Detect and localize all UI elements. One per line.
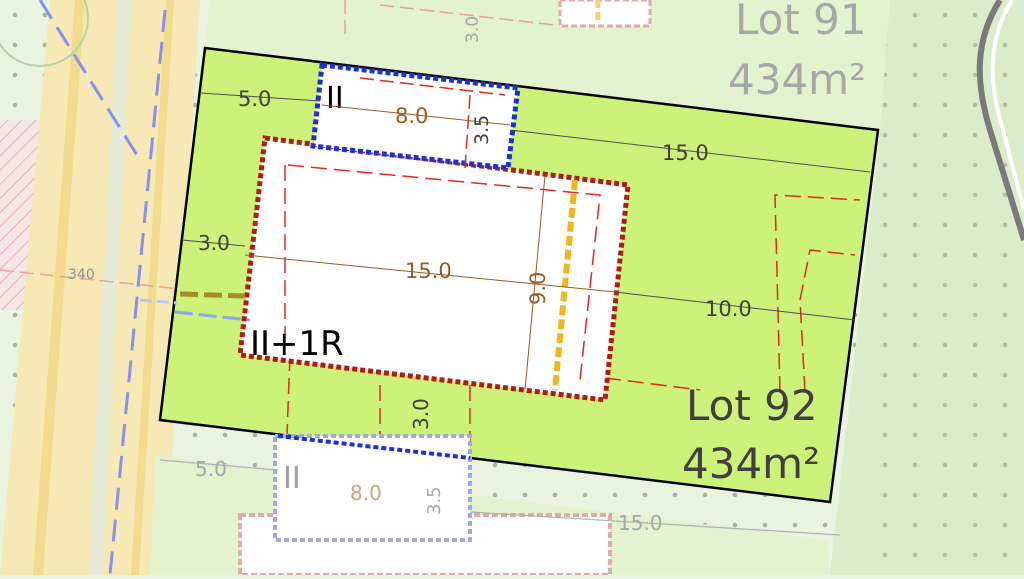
dim-front-setback: 3.0: [198, 231, 230, 255]
lower-garage-label: II: [283, 461, 301, 496]
lot-91-area: 434m²: [728, 55, 866, 104]
house-zone-label: II+1R: [250, 324, 344, 364]
site-plan-canvas: 340 3.0 Lot 91 434m² II 5.0 15.0 8.0 3.5…: [0, 0, 1024, 577]
lot-92-name: Lot 92: [686, 381, 818, 430]
dim-house-depth: 9.0: [526, 272, 550, 305]
contour-label: 340: [68, 267, 95, 283]
garage-zone-label: II: [326, 81, 344, 116]
dim-garage-width: 8.0: [395, 104, 428, 128]
dim-lower-garage-depth: 3.5: [424, 486, 445, 515]
dim-house-width: 15.0: [405, 259, 452, 283]
dim-lower-5: 5.0: [195, 457, 227, 481]
dim-lower-garage-width: 8.0: [350, 481, 382, 505]
dim-gap: 3.0: [409, 398, 433, 430]
dim-garage-depth: 3.5: [471, 115, 493, 145]
dim-top-left: 5.0: [238, 87, 271, 111]
lot-92-area: 434m²: [682, 439, 820, 488]
dim-lower-15: 15.0: [618, 511, 663, 535]
dim-rear: 10.0: [705, 297, 752, 321]
access-line-yellow: [179, 291, 246, 299]
lot-91-name: Lot 91: [735, 0, 867, 44]
dim-lot-side: 15.0: [662, 141, 709, 165]
right-dots: [880, 0, 1024, 575]
lot-91-building-zone: [558, 0, 652, 28]
site-plan-map: 340 3.0 Lot 91 434m² II 5.0 15.0 8.0 3.5…: [0, 0, 1024, 577]
dim-upper-3: 3.0: [463, 16, 483, 43]
